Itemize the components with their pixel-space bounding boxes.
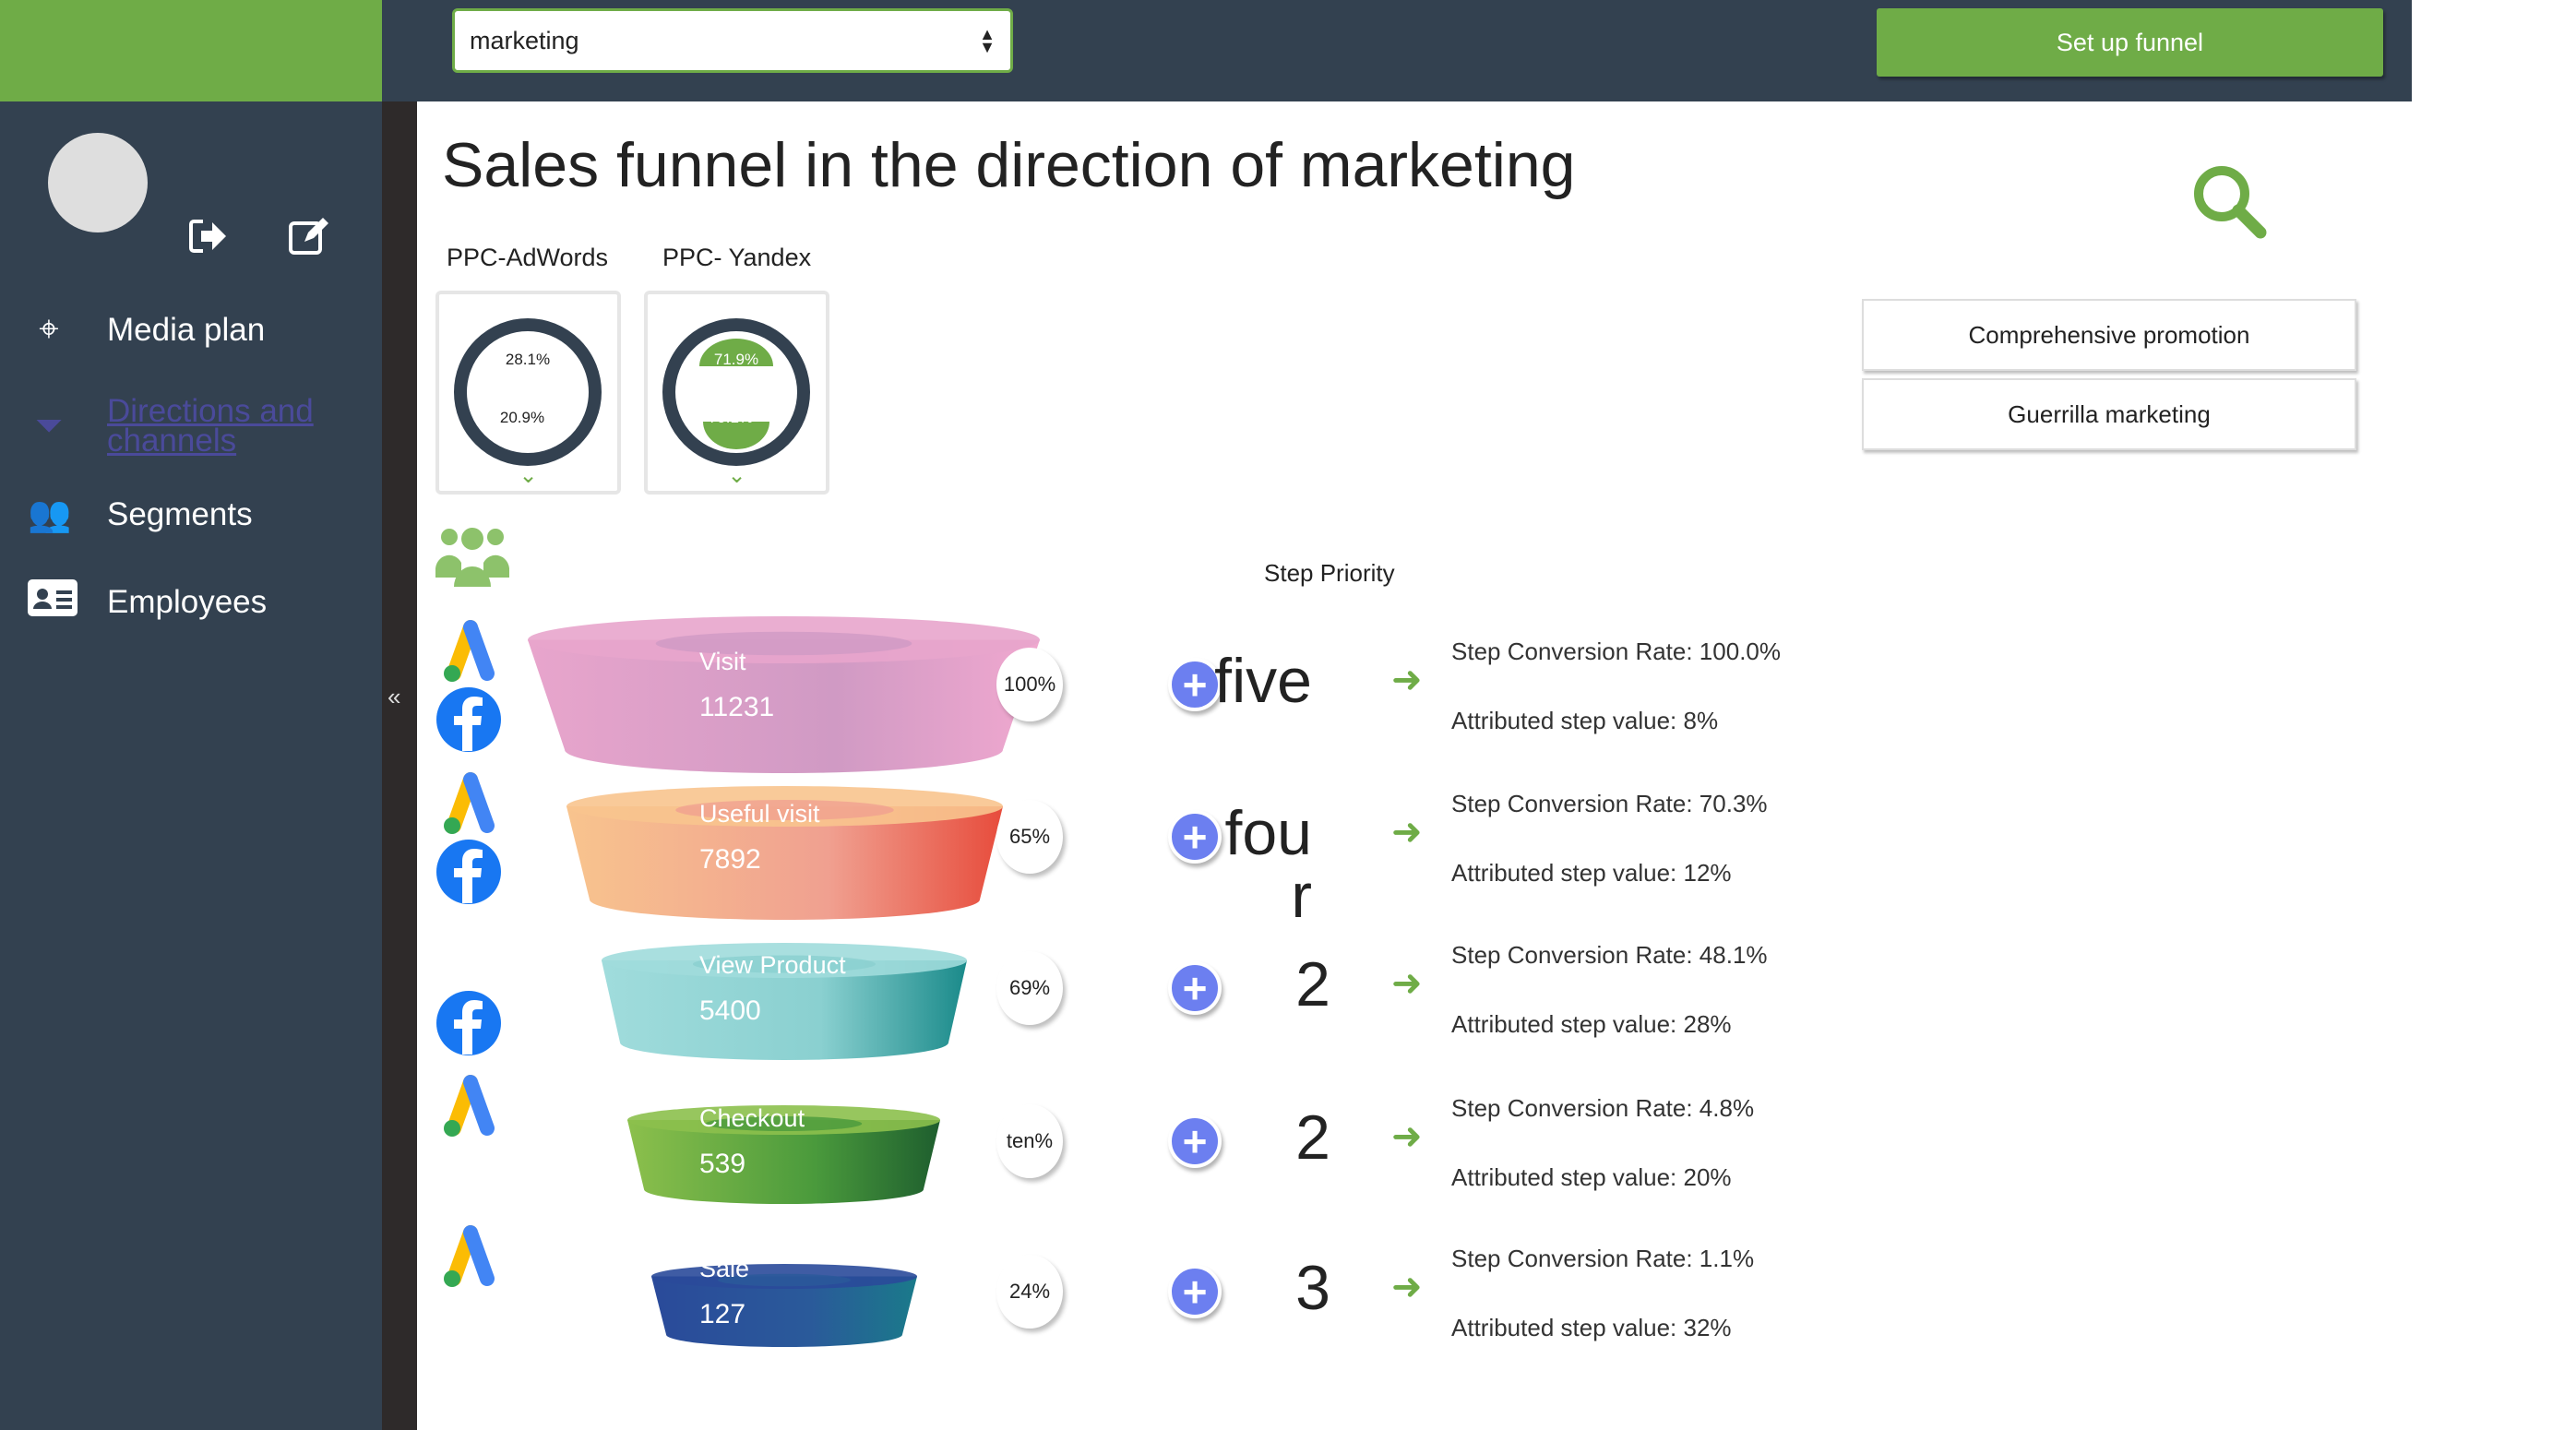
guerrilla-marketing-button[interactable]: Guerrilla marketing [1862,378,2356,450]
logout-icon[interactable] [188,218,229,255]
sidebar-item-label: Media plan [107,311,266,348]
donut-top-value: 28.1% [506,351,550,368]
google-ads-icon [444,772,495,834]
collapse-icon[interactable]: « [388,683,400,711]
arrow-right-icon: ➜ [1391,1267,1423,1307]
facebook-icon [436,840,501,904]
attributed-step-value: Attributed step value: 8% [1451,707,1719,734]
funnel-step-shape[interactable] [528,616,1040,773]
step-conversion-rate: Step Conversion Rate: 4.8% [1451,1094,1755,1122]
sidebar-item-employees[interactable]: Employees [28,579,267,626]
funnel-step-count: 539 [699,1149,746,1179]
sidebar [0,101,382,1430]
select-arrows-icon: ▲ ▼ [979,25,996,56]
step-priority-label: Step Priority [1264,559,1395,587]
channel-label: PPC-AdWords [447,244,609,271]
arrow-right-icon: ➜ [1391,963,1423,1004]
edit-icon[interactable] [288,216,330,256]
sidebar-item-segments[interactable]: 👥 Segments [28,495,253,535]
funnel-step-label: Useful visit [699,800,820,828]
chevron-down-icon[interactable]: ⌄ [439,462,617,489]
channel-card-adwords[interactable]: 28.1% 20.9% ⌄ [435,291,621,495]
step-priority-value: 2 [1295,1102,1330,1173]
step-percent-badge: 65% [996,800,1063,874]
facebook-icon [436,991,501,1055]
funnel-step-count: 5400 [699,995,761,1026]
step-conversion-rate: Step Conversion Rate: 70.3% [1451,790,1768,817]
funnel-step-label: Sale [699,1255,750,1282]
facebook-icon [436,687,501,752]
attributed-step-value: Attributed step value: 12% [1451,859,1732,887]
sidebar-item-media-plan[interactable]: ⌖ Media plan [28,310,265,350]
google-ads-icon [444,620,495,682]
step-percent-badge: 100% [996,648,1063,721]
channel-label: PPC- Yandex [662,244,812,271]
search-icon[interactable] [2190,162,2268,240]
comprehensive-promotion-button[interactable]: Comprehensive promotion [1862,299,2356,371]
users-icon: 👥 [28,495,72,534]
donut-bottom-value: 20.9% [500,409,544,426]
attributed-step-value: Attributed step value: 32% [1451,1314,1732,1341]
select-value: marketing [470,26,579,54]
funnel-step-label: Checkout [699,1104,805,1132]
step-percent-badge: 24% [996,1255,1063,1329]
funnel-icon: ⏷ [34,406,64,446]
funnel-step-shape[interactable] [651,1264,917,1347]
step-priority-value: five [1214,646,1312,716]
brand-block [0,0,382,101]
donut-ring [454,318,602,466]
sidebar-item-label[interactable]: Directions and channels [107,395,328,457]
id-card-icon [28,579,78,626]
donut-top-value: 71.9% [714,351,758,368]
sidebar-item-label: Segments [107,496,253,532]
attributed-step-value: Attributed step value: 20% [1451,1163,1732,1191]
google-ads-icon [444,1075,495,1137]
arrow-right-icon: ➜ [1391,812,1423,852]
page-title: Sales funnel in the direction of marketi… [442,130,1576,200]
step-conversion-rate: Step Conversion Rate: 100.0% [1451,638,1781,665]
funnel-step-label: Visit [699,648,746,675]
direction-select[interactable]: marketing ▲ ▼ [452,8,1013,73]
channel-card-yandex[interactable]: 71.9% 79.1% ⌄ [644,291,829,495]
donut-bottom-value: 79.1% [709,409,753,426]
funnel-step-label: View Product [699,951,846,979]
funnel-step-count: 11231 [699,692,775,722]
sidebar-item-label: Employees [107,584,268,620]
arrow-right-icon: ➜ [1391,660,1423,700]
step-priority-value: 3 [1295,1253,1330,1323]
step-percent-badge: ten% [996,1104,1063,1178]
step-priority-value: four [1224,798,1312,931]
collapse-strip[interactable]: « [382,101,417,1430]
step-conversion-rate: Step Conversion Rate: 1.1% [1451,1245,1755,1272]
funnel-step-count: 127 [699,1299,746,1329]
step-priority-value: 2 [1295,949,1330,1019]
crosshair-icon: ⌖ [39,310,59,349]
attributed-step-value: Attributed step value: 28% [1451,1010,1732,1038]
segments-icon [435,528,509,587]
sidebar-item-directions[interactable]: ⏷ Directions and channels [28,395,328,457]
avatar[interactable] [48,133,148,232]
google-ads-icon [444,1225,495,1287]
chevron-down-icon[interactable]: ⌄ [648,462,826,489]
step-percent-badge: 69% [996,951,1063,1025]
arrow-right-icon: ➜ [1391,1116,1423,1157]
funnel-step-count: 7892 [699,844,761,875]
set-up-funnel-button[interactable]: Set up funnel [1877,8,2383,77]
step-conversion-rate: Step Conversion Rate: 48.1% [1451,941,1768,969]
